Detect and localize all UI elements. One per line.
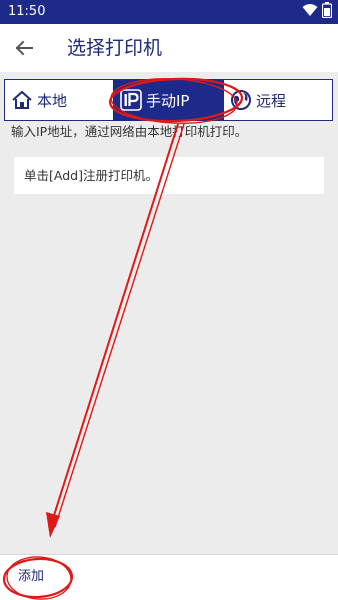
status-icons — [302, 2, 333, 22]
printer-source-tabs: 本地 手动IP 远程 — [4, 79, 333, 121]
tab-local-label: 本地 — [37, 91, 68, 110]
add-button[interactable]: 添加 — [18, 568, 44, 586]
empty-printer-list: 单击[Add]注册打印机。 — [14, 157, 324, 194]
instruction-text: 输入IP地址，通过网络由本地打印机打印。 — [11, 124, 248, 139]
globe-icon — [230, 89, 252, 111]
house-icon — [11, 89, 33, 111]
arrow-left-icon[interactable] — [12, 36, 36, 60]
tab-local[interactable]: 本地 — [5, 80, 114, 120]
bottom-action-bar: 添加 — [0, 554, 338, 600]
empty-list-message: 单击[Add]注册打印机。 — [24, 168, 158, 183]
status-bar: 11:50 — [0, 0, 338, 24]
page-title: 选择打印机 — [67, 37, 163, 59]
wifi-icon — [302, 3, 318, 21]
content-area — [0, 72, 338, 554]
tab-remote[interactable]: 远程 — [223, 80, 332, 120]
battery-icon — [321, 2, 333, 22]
status-time: 11:50 — [8, 4, 46, 19]
tab-manual-ip[interactable]: 手动IP — [114, 80, 223, 120]
tab-manual-ip-label: 手动IP — [146, 91, 190, 110]
tab-remote-label: 远程 — [256, 91, 287, 110]
app-bar: 选择打印机 — [0, 24, 338, 72]
ip-icon — [120, 89, 142, 111]
